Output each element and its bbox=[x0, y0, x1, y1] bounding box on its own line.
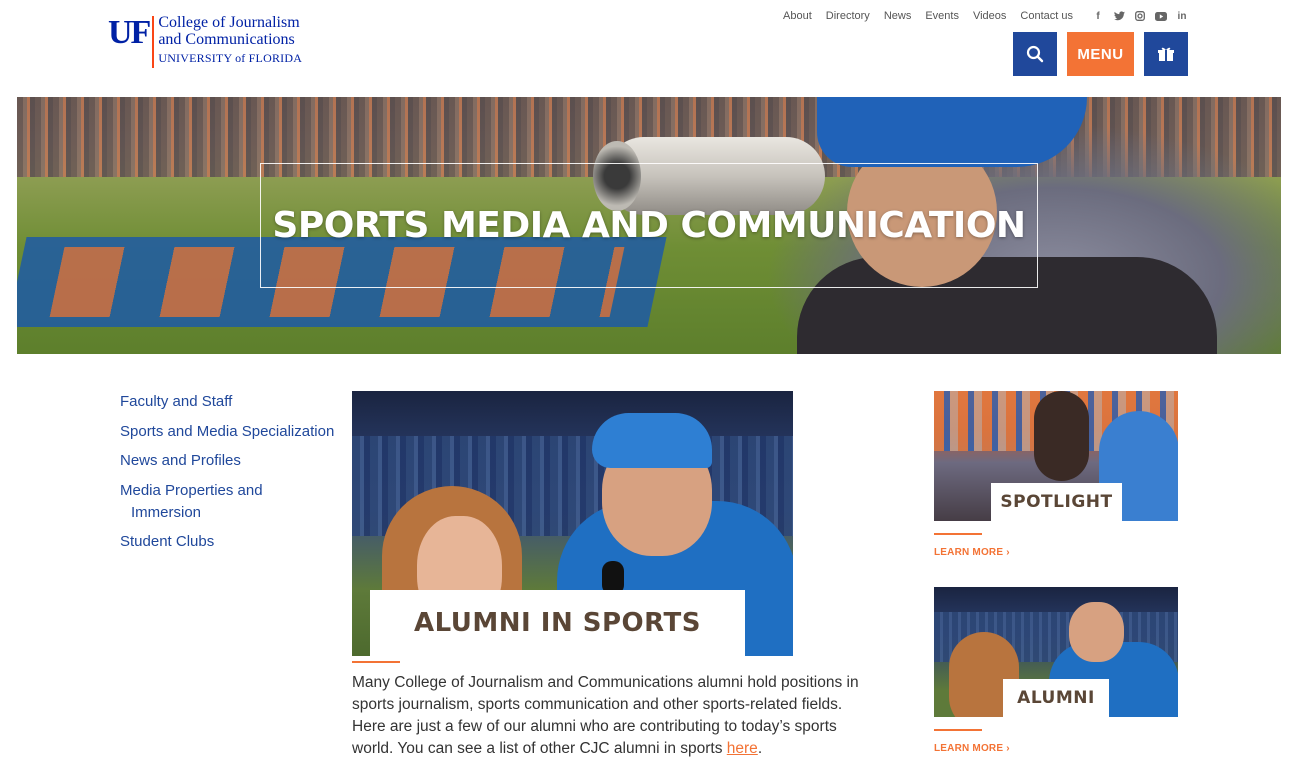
utility-nav: About Directory News Events Videos Conta… bbox=[769, 8, 1188, 24]
nav-link-videos[interactable]: Videos bbox=[973, 8, 1006, 24]
intro-text: Many College of Journalism and Communica… bbox=[352, 674, 859, 757]
alumni-list-link[interactable]: here bbox=[727, 740, 758, 757]
card-accent-line bbox=[934, 533, 982, 535]
nav-link-directory[interactable]: Directory bbox=[826, 8, 870, 24]
spotlight-label-box: SPOTLIGHT bbox=[991, 483, 1122, 521]
hero-photographer-cap bbox=[817, 97, 1087, 167]
gift-icon bbox=[1158, 47, 1174, 61]
alumni-image[interactable]: ALUMNI bbox=[934, 587, 1178, 717]
spotlight-card: SPOTLIGHT LEARN MORE › bbox=[934, 391, 1178, 558]
logo-line-3: UNIVERSITY of FLORIDA bbox=[158, 51, 303, 65]
intro-paragraph: Many College of Journalism and Communica… bbox=[352, 672, 872, 760]
logo-text: College of Journalism and Communications… bbox=[158, 14, 302, 68]
sidebar-item-news-profiles[interactable]: News and Profiles bbox=[120, 450, 345, 472]
section-sidebar: Faculty and Staff Sports and Media Speci… bbox=[120, 391, 345, 561]
hero-banner: SPORTS MEDIA AND COMMUNICATION bbox=[17, 97, 1281, 354]
sidebar-item-specialization[interactable]: Sports and Media Specialization bbox=[120, 421, 345, 443]
image-label-box: ALUMNI IN SPORTS bbox=[370, 590, 745, 656]
nav-link-news[interactable]: News bbox=[884, 8, 912, 24]
alumni-label: ALUMNI bbox=[1017, 688, 1095, 708]
alumni-learn-more-link[interactable]: LEARN MORE › bbox=[934, 743, 1178, 754]
youtube-icon[interactable] bbox=[1155, 10, 1167, 22]
accent-divider bbox=[352, 661, 400, 663]
alumni-label-box: ALUMNI bbox=[1003, 679, 1109, 717]
instagram-icon[interactable] bbox=[1134, 10, 1146, 22]
card-accent-line bbox=[934, 729, 982, 731]
alumni-card: ALUMNI LEARN MORE › bbox=[934, 587, 1178, 754]
search-icon bbox=[1026, 45, 1044, 63]
header-actions: MENU bbox=[1003, 32, 1188, 76]
image-label: ALUMNI IN SPORTS bbox=[414, 608, 701, 638]
spotlight-learn-more-link[interactable]: LEARN MORE › bbox=[934, 547, 1178, 558]
sidebar-item-media-properties[interactable]: Media Properties and Immersion bbox=[120, 480, 345, 524]
search-button[interactable] bbox=[1013, 32, 1057, 76]
menu-button[interactable]: MENU bbox=[1067, 32, 1134, 76]
college-logo[interactable]: UF College of Journalism and Communicati… bbox=[108, 14, 302, 68]
twitter-icon[interactable] bbox=[1113, 10, 1125, 22]
logo-divider bbox=[152, 16, 155, 68]
nav-link-events[interactable]: Events bbox=[925, 8, 959, 24]
player-cap bbox=[592, 413, 712, 468]
hero-title-frame: SPORTS MEDIA AND COMMUNICATION bbox=[260, 163, 1038, 288]
sidebar-item-faculty-staff[interactable]: Faculty and Staff bbox=[120, 391, 345, 413]
page-title: SPORTS MEDIA AND COMMUNICATION bbox=[272, 205, 1026, 246]
facebook-icon[interactable]: f bbox=[1092, 10, 1104, 22]
spotlight-image[interactable]: SPOTLIGHT bbox=[934, 391, 1178, 521]
sidebar-item-media-properties-line2: Immersion bbox=[131, 503, 202, 521]
nav-link-contact[interactable]: Contact us bbox=[1020, 8, 1073, 24]
social-links: f in bbox=[1083, 10, 1188, 22]
alumni-player-face bbox=[1069, 602, 1124, 662]
sidebar-item-media-properties-line1: Media Properties and bbox=[120, 481, 263, 499]
nav-link-about[interactable]: About bbox=[783, 8, 812, 24]
intro-text-end: . bbox=[757, 740, 763, 757]
linkedin-icon[interactable]: in bbox=[1176, 10, 1188, 22]
logo-line-1: College of Journalism bbox=[158, 14, 300, 31]
alumni-in-sports-image[interactable]: ALUMNI IN SPORTS bbox=[352, 391, 793, 656]
logo-line-2: and Communications bbox=[158, 31, 295, 48]
spotlight-label: SPOTLIGHT bbox=[1000, 492, 1113, 512]
uf-logo-mark: UF bbox=[108, 14, 151, 51]
spotlight-fan bbox=[1034, 391, 1089, 481]
sidebar-item-student-clubs[interactable]: Student Clubs bbox=[120, 531, 345, 553]
give-button[interactable] bbox=[1144, 32, 1188, 76]
